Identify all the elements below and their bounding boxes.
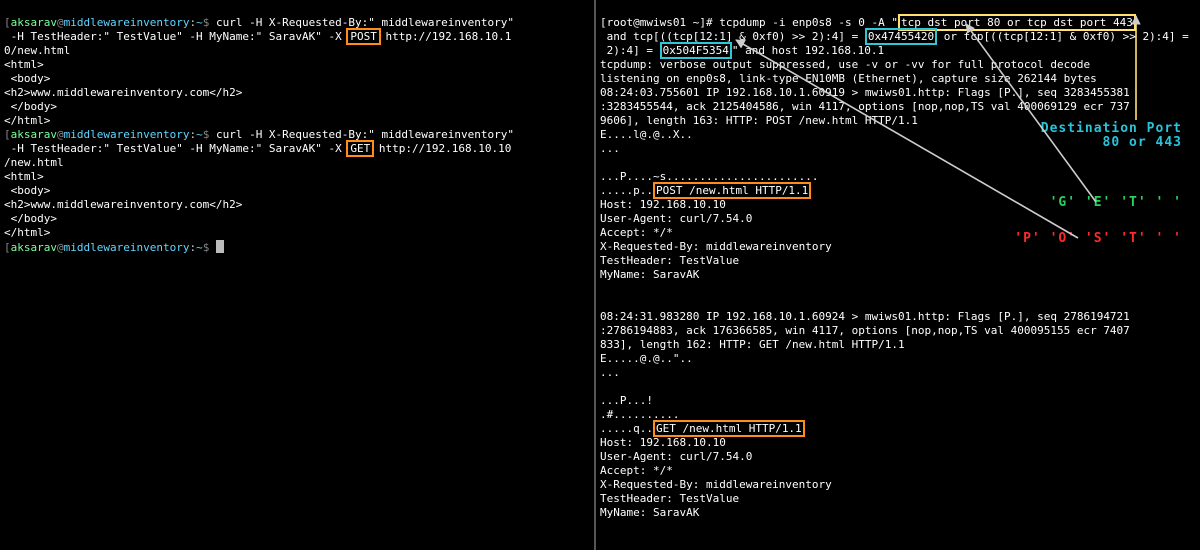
hex-get: 0x47455420 (865, 28, 937, 45)
curl-command-1: curl -H X-Requested-By:" middlewareinven… (216, 16, 514, 29)
prompt-open: [ (4, 16, 11, 29)
annotation-get-hex: 'G' 'E' 'T' ' ' (1050, 196, 1182, 210)
prompt-root: [root@mwiws01 ~]# (600, 16, 719, 29)
annotation-destination-port: Destination Port 80 or 443 (1041, 122, 1182, 150)
html-output-2: <html> <body> <h2>www.middlewareinventor… (4, 170, 242, 239)
html-output-1: <html> <body> <h2>www.middlewareinventor… (4, 58, 242, 127)
hex-post: 0x504F5354 (660, 42, 732, 59)
request-line-post: POST /new.html HTTP/1.1 (653, 182, 811, 199)
curl-command-2: curl -H X-Requested-By:" middlewareinven… (216, 128, 514, 141)
terminal-right-pane[interactable]: [root@mwiws01 ~]# tcpdump -i enp0s8 -s 0… (596, 0, 1194, 550)
annotation-post-hex: 'P' 'O' 'S' 'T' ' ' (1014, 232, 1182, 246)
terminal-split: [aksarav@middlewareinventory:~$ curl -H … (0, 0, 1200, 550)
method-get: GET (348, 142, 372, 155)
prompt-host: middlewareinventory (64, 16, 190, 29)
headers-post: Host: 192.168.10.10 User-Agent: curl/7.5… (600, 198, 832, 281)
method-post: POST (348, 30, 379, 43)
headers-get: Host: 192.168.10.10 User-Agent: curl/7.5… (600, 436, 832, 519)
cursor (216, 240, 224, 253)
tcpdump-output-2: 08:24:31.983280 IP 192.168.10.1.60924 > … (600, 310, 1130, 379)
prompt-user: aksarav (11, 16, 57, 29)
terminal-left-pane[interactable]: [aksarav@middlewareinventory:~$ curl -H … (0, 0, 596, 550)
request-line-get: GET /new.html HTTP/1.1 (653, 420, 805, 437)
